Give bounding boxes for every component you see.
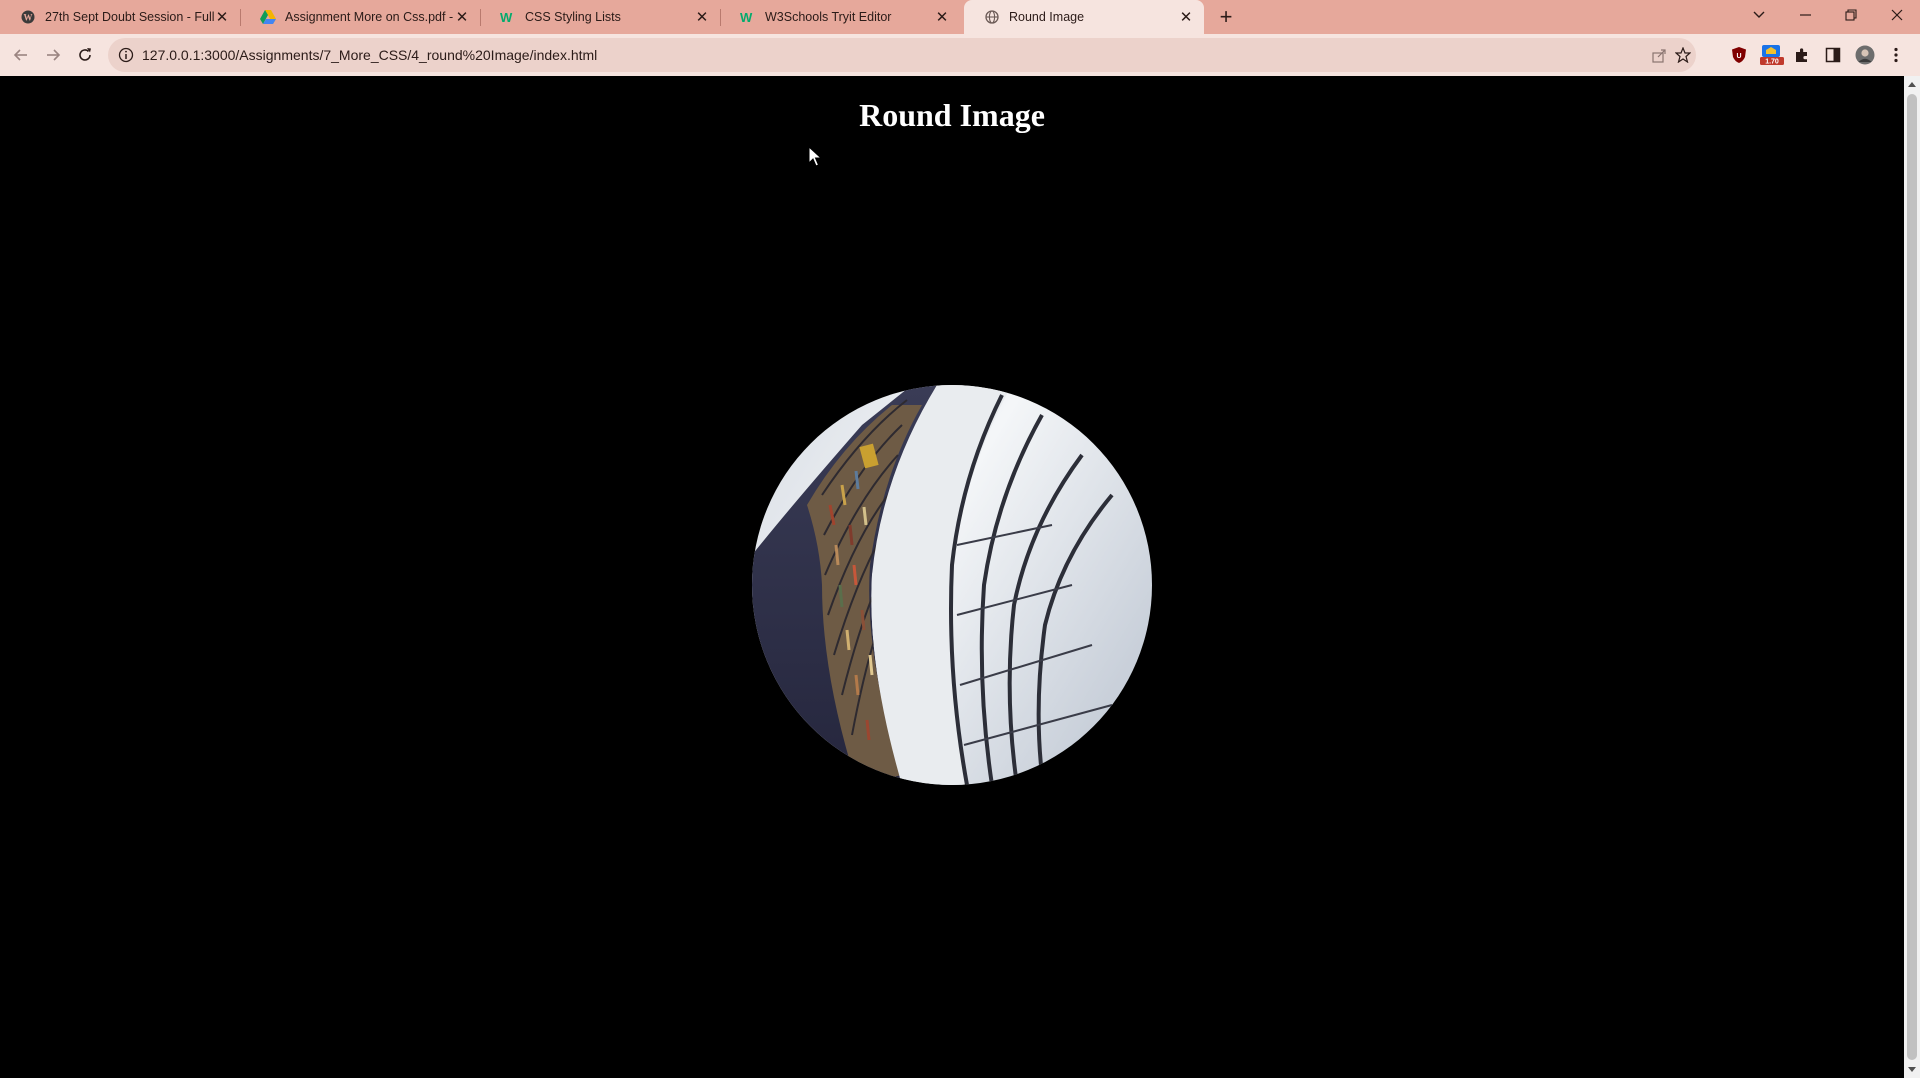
- page-viewport: Round Image: [0, 76, 1904, 1078]
- tab-assignment-pdf[interactable]: Assignment More on Css.pdf - G ✕: [240, 0, 481, 34]
- tab-css-styling-lists[interactable]: W CSS Styling Lists ✕: [480, 0, 721, 34]
- close-tab-icon[interactable]: ✕: [1178, 9, 1194, 26]
- svg-text:W: W: [500, 10, 513, 24]
- forward-button[interactable]: [39, 41, 67, 69]
- tab-title: Assignment More on Css.pdf - G: [285, 10, 454, 24]
- svg-text:W: W: [24, 13, 33, 23]
- globe-icon: [984, 9, 1000, 25]
- w3schools-icon: W: [740, 9, 756, 25]
- svg-text:W: W: [740, 10, 753, 24]
- reload-button[interactable]: [71, 41, 99, 69]
- ublock-shield-icon[interactable]: U: [1728, 44, 1750, 66]
- minimize-button[interactable]: [1782, 0, 1828, 30]
- profile-avatar-icon[interactable]: [1854, 44, 1876, 66]
- tab-title: Round Image: [1009, 10, 1085, 24]
- share-icon[interactable]: [1650, 46, 1668, 64]
- scrollbar-thumb[interactable]: [1907, 94, 1917, 1060]
- tab-strip: W 27th Sept Doubt Session - Full S ✕ Ass…: [0, 0, 1920, 34]
- page-title: Round Image: [859, 97, 1045, 133]
- vertical-scrollbar[interactable]: [1904, 76, 1920, 1078]
- scroll-down-icon[interactable]: [1908, 1067, 1916, 1072]
- extensions-puzzle-icon[interactable]: [1791, 44, 1813, 66]
- close-tab-icon[interactable]: ✕: [214, 9, 230, 26]
- tab-title: 27th Sept Doubt Session - Full S: [45, 10, 214, 24]
- close-tab-icon[interactable]: ✕: [694, 9, 710, 26]
- scroll-up-icon[interactable]: [1908, 82, 1916, 87]
- tab-round-image[interactable]: Round Image ✕: [964, 0, 1204, 34]
- mouse-cursor-icon: [808, 146, 822, 167]
- svg-text:1.70: 1.70: [1765, 59, 1779, 66]
- arrow-right-icon: [47, 49, 61, 61]
- side-panel-icon[interactable]: [1822, 44, 1844, 66]
- tab-title: CSS Styling Lists: [525, 10, 621, 24]
- extension-badge-icon[interactable]: 1.70: [1759, 44, 1785, 66]
- library-photo: [752, 385, 1152, 785]
- close-window-button[interactable]: [1874, 0, 1920, 30]
- close-tab-icon[interactable]: ✕: [454, 9, 470, 26]
- restore-button[interactable]: [1828, 0, 1874, 30]
- arrow-left-icon: [13, 49, 27, 61]
- new-tab-button[interactable]: +: [1212, 3, 1240, 31]
- tab-tryit-editor[interactable]: W W3Schools Tryit Editor ✕: [720, 0, 960, 34]
- google-drive-icon: [260, 9, 276, 25]
- site-info-icon[interactable]: [118, 47, 134, 63]
- reload-icon: [79, 48, 91, 61]
- back-button[interactable]: [7, 41, 35, 69]
- url-text[interactable]: 127.0.0.1:3000/Assignments/7_More_CSS/4_…: [142, 47, 597, 63]
- bookmark-star-icon[interactable]: [1674, 46, 1692, 64]
- svg-text:U: U: [1736, 53, 1741, 60]
- browser-toolbar: 127.0.0.1:3000/Assignments/7_More_CSS/4_…: [0, 34, 1920, 76]
- tab-search-icon[interactable]: [1736, 0, 1782, 30]
- address-bar[interactable]: 127.0.0.1:3000/Assignments/7_More_CSS/4_…: [108, 38, 1696, 72]
- close-tab-icon[interactable]: ✕: [934, 9, 950, 26]
- chrome-menu-icon[interactable]: [1885, 44, 1907, 66]
- wordpress-icon: W: [20, 9, 36, 25]
- tab-title: W3Schools Tryit Editor: [765, 10, 892, 24]
- tab-doubt-session[interactable]: W 27th Sept Doubt Session - Full S ✕: [0, 0, 241, 34]
- round-image: [752, 385, 1152, 785]
- w3schools-icon: W: [500, 9, 516, 25]
